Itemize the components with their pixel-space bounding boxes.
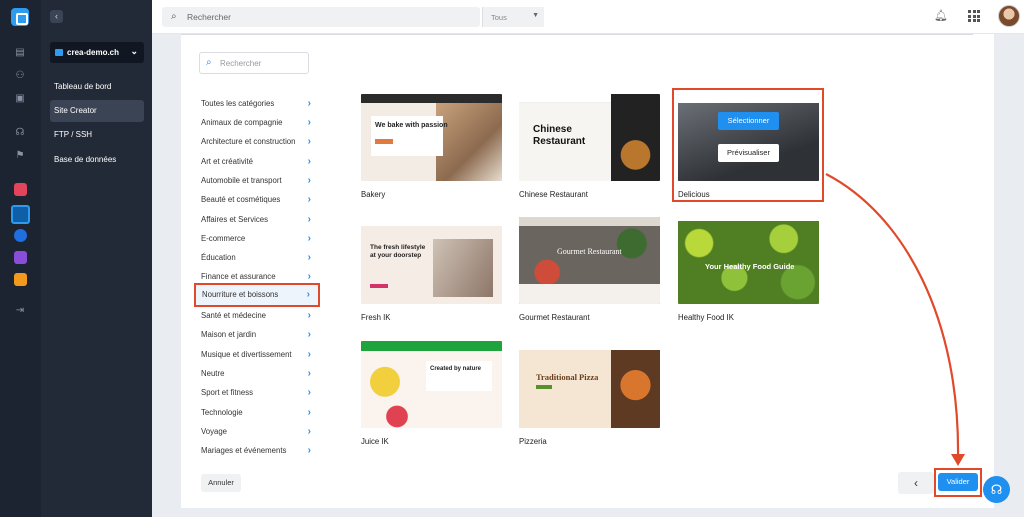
annotation-arrow bbox=[825, 173, 965, 466]
support-chat-button[interactable]: ☊ bbox=[983, 476, 1010, 503]
